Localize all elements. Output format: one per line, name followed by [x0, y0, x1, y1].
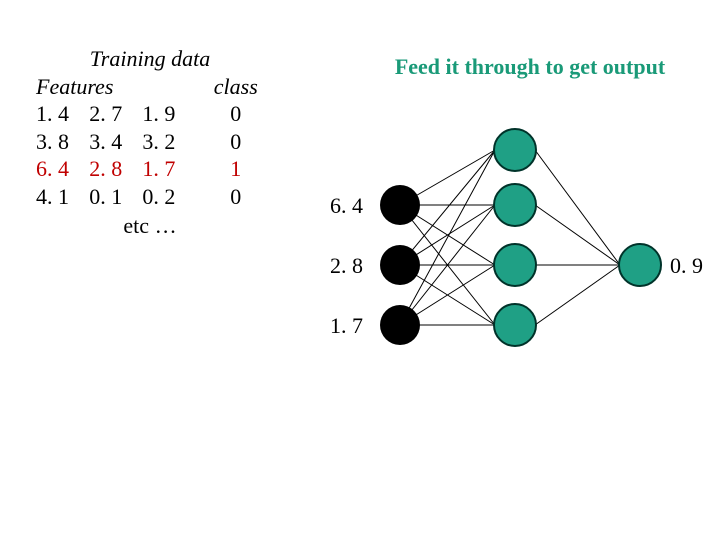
cell-f1: 3. 8: [30, 128, 83, 156]
nn-hidden-node-4: [493, 303, 537, 347]
nn-output-value: 0. 9: [670, 253, 703, 279]
training-header-row: Features class: [30, 73, 270, 101]
table-row: 1. 4 2. 7 1. 9 0: [30, 100, 270, 128]
slide: Training data Features class 1. 4 2. 7 1…: [0, 0, 720, 540]
nn-hidden-node-3: [493, 243, 537, 287]
training-title: Training data: [30, 45, 270, 73]
nn-input-value-2: 2. 8: [330, 253, 363, 279]
cell-f3: 1. 9: [136, 100, 189, 128]
features-header: Features: [30, 73, 190, 101]
nn-hidden-node-2: [493, 183, 537, 227]
cell-f3: 0. 2: [136, 183, 189, 211]
cell-f1: 4. 1: [30, 183, 83, 211]
nn-input-value-1: 6. 4: [330, 193, 363, 219]
cell-f3: 1. 7: [136, 155, 189, 183]
training-table: Features class 1. 4 2. 7 1. 9 0 3. 8 3. …: [30, 73, 270, 211]
cell-class: 0: [190, 183, 270, 211]
nn-input-node-1: [380, 185, 420, 225]
cell-f2: 2. 7: [83, 100, 136, 128]
cell-f1: 1. 4: [30, 100, 83, 128]
nn-input-node-3: [380, 305, 420, 345]
cell-f2: 2. 8: [83, 155, 136, 183]
cell-class: 0: [190, 128, 270, 156]
feed-caption: Feed it through to get output: [370, 48, 690, 86]
training-data-block: Training data Features class 1. 4 2. 7 1…: [30, 45, 270, 240]
cell-f1: 6. 4: [30, 155, 83, 183]
table-row: 4. 1 0. 1 0. 2 0: [30, 183, 270, 211]
cell-class: 1: [190, 155, 270, 183]
nn-output-node: [618, 243, 662, 287]
cell-f2: 3. 4: [83, 128, 136, 156]
table-row-highlighted: 6. 4 2. 8 1. 7 1: [30, 155, 270, 183]
etc-label: etc …: [30, 210, 270, 240]
cell-f3: 3. 2: [136, 128, 189, 156]
nn-hidden-node-1: [493, 128, 537, 172]
cell-class: 0: [190, 100, 270, 128]
cell-f2: 0. 1: [83, 183, 136, 211]
nn-input-value-3: 1. 7: [330, 313, 363, 339]
class-header: class: [190, 73, 270, 101]
table-row: 3. 8 3. 4 3. 2 0: [30, 128, 270, 156]
nn-input-node-2: [380, 245, 420, 285]
